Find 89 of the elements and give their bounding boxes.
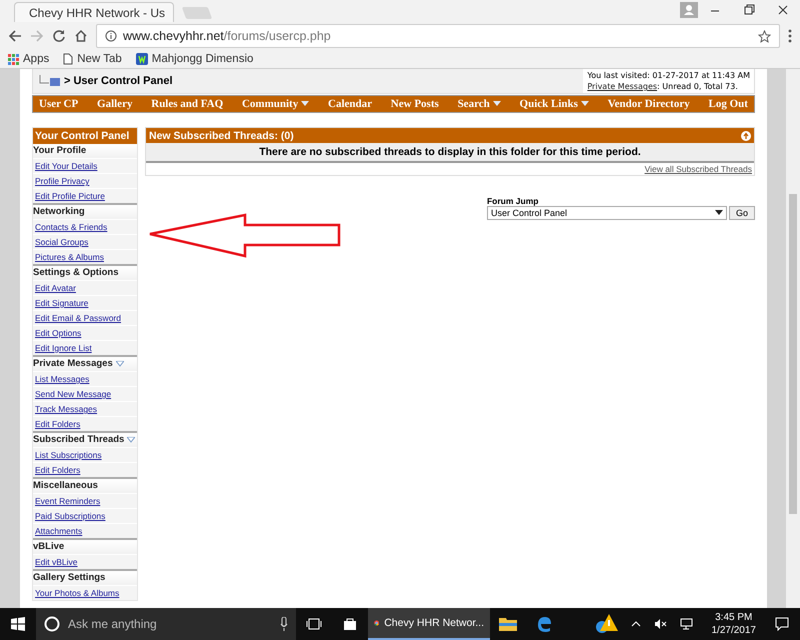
sidebar-link[interactable]: Event Reminders xyxy=(33,493,137,508)
go-button[interactable]: Go xyxy=(728,206,755,220)
menu-icon[interactable] xyxy=(788,29,792,43)
sidebar-link[interactable]: Edit Folders xyxy=(33,416,137,431)
task-view-icon[interactable] xyxy=(306,618,322,630)
caret-icon xyxy=(714,210,723,216)
bookmark[interactable]: Apps xyxy=(8,53,50,65)
folder-icon xyxy=(39,75,61,87)
nav-link[interactable]: New Posts xyxy=(390,98,439,110)
chevron-up-icon[interactable] xyxy=(630,621,640,627)
forum-jump-label: Forum Jump xyxy=(486,196,540,206)
warning-icon[interactable] xyxy=(596,614,618,634)
site-icon xyxy=(136,53,148,65)
network-icon[interactable] xyxy=(678,618,692,630)
sidebar-link[interactable]: Edit Signature xyxy=(33,295,137,310)
sidebar-link[interactable]: Paid Subscriptions xyxy=(33,508,137,523)
sidebar-link[interactable]: List Subscriptions xyxy=(33,447,137,462)
sidebar-link[interactable]: Your Photos & Albums xyxy=(33,585,137,600)
nav-link[interactable]: Search xyxy=(458,98,501,110)
sidebar-link[interactable]: Edit Profile Picture xyxy=(33,188,137,203)
notification-icon[interactable] xyxy=(775,617,789,631)
start-icon[interactable] xyxy=(11,617,25,631)
panel-title: New Subscribed Threads: (0) xyxy=(149,130,294,142)
sidebar-link[interactable]: Edit Your Details xyxy=(33,158,137,173)
last-visited: You last visited: 01-27-2017 at 11:43 AM xyxy=(587,70,750,81)
private-messages-link[interactable]: Private Messages xyxy=(587,82,658,91)
section-header: Private Messages xyxy=(33,355,137,371)
back-icon[interactable] xyxy=(8,29,22,43)
taskbar-app[interactable]: Chevy HHR Networ... xyxy=(368,608,490,640)
nav-link[interactable]: Quick Links xyxy=(520,98,589,110)
section-header: Gallery Settings xyxy=(33,569,137,585)
caret-icon xyxy=(492,101,501,107)
bookmark[interactable]: Mahjongg Dimensio xyxy=(136,53,254,65)
sidebar-link[interactable]: List Messages xyxy=(33,371,137,386)
microphone-icon[interactable] xyxy=(280,617,288,631)
star-icon[interactable] xyxy=(758,30,771,42)
sidebar-link[interactable]: Edit Options xyxy=(33,325,137,340)
store-icon[interactable] xyxy=(343,617,357,631)
address-bar[interactable]: www.chevyhhr.net/forums/usercp.php xyxy=(96,24,780,48)
volume-muted-icon[interactable] xyxy=(654,618,668,630)
edge-icon[interactable] xyxy=(536,616,552,632)
caret-icon xyxy=(301,101,310,107)
caret-icon xyxy=(116,361,124,367)
info-icon[interactable] xyxy=(105,30,117,42)
breadcrumb: > User Control Panel xyxy=(64,75,173,87)
sidebar-link[interactable]: Profile Privacy xyxy=(33,173,137,188)
section-header: Miscellaneous xyxy=(33,477,137,493)
scrollbar[interactable] xyxy=(786,69,800,608)
clock[interactable]: 3:45 PM 1/27/2017 xyxy=(704,611,764,637)
nav-link[interactable]: Log Out xyxy=(708,98,748,110)
sidebar-link[interactable]: Edit vBLive xyxy=(33,554,137,569)
nav-link[interactable]: Calendar xyxy=(328,98,372,110)
section-header: Subscribed Threads xyxy=(33,431,137,447)
sidebar-link[interactable]: Track Messages xyxy=(33,401,137,416)
folder-icon[interactable] xyxy=(499,617,517,631)
page-icon xyxy=(63,53,74,65)
home-icon[interactable] xyxy=(74,29,88,43)
apps-grid-icon xyxy=(8,54,19,64)
sidebar-link[interactable]: Contacts & Friends xyxy=(33,219,137,234)
message-count: : Unread 0, Total 73. xyxy=(657,82,738,91)
forum-select[interactable]: User Control Panel xyxy=(486,206,727,220)
sidebar-title: Your Control Panel xyxy=(33,128,137,144)
reload-icon[interactable] xyxy=(52,29,66,43)
empty-message: There are no subscribed threads to display in this folder for this time period. xyxy=(146,143,754,163)
sidebar-link[interactable]: Pictures & Albums xyxy=(33,249,137,264)
collapse-icon[interactable] xyxy=(741,130,751,140)
section-header: vBLive xyxy=(33,538,137,554)
bookmark[interactable]: New Tab xyxy=(63,53,122,65)
nav-link[interactable]: Rules and FAQ xyxy=(151,98,224,110)
sidebar-link[interactable]: Social Groups xyxy=(33,234,137,249)
browser-tab[interactable]: Chevy HHR Network - Us xyxy=(14,2,174,22)
cortana-icon xyxy=(44,616,60,632)
sidebar-link[interactable]: Edit Email & Password xyxy=(33,310,137,325)
nav-link[interactable]: Gallery xyxy=(97,98,132,110)
nav-link[interactable]: User CP xyxy=(39,98,78,110)
sidebar-link[interactable]: Send New Message xyxy=(33,386,137,401)
search-field[interactable]: Ask me anything xyxy=(36,608,296,640)
caret-icon xyxy=(127,437,136,443)
caret-icon xyxy=(580,101,589,107)
section-header: Settings & Options xyxy=(33,264,137,280)
view-all-link[interactable]: View all Subscribed Threads xyxy=(644,164,752,174)
nav-link[interactable]: Vendor Directory xyxy=(608,98,690,110)
sidebar-link[interactable]: Attachments xyxy=(33,523,137,538)
section-header: Your Profile xyxy=(33,144,137,158)
nav-link[interactable]: Community xyxy=(242,98,310,110)
sidebar-link[interactable]: Edit Avatar xyxy=(33,280,137,295)
section-header: Networking xyxy=(33,203,137,219)
sidebar-link[interactable]: Edit Ignore List xyxy=(33,340,137,355)
sidebar-link[interactable]: Edit Folders xyxy=(33,462,137,477)
